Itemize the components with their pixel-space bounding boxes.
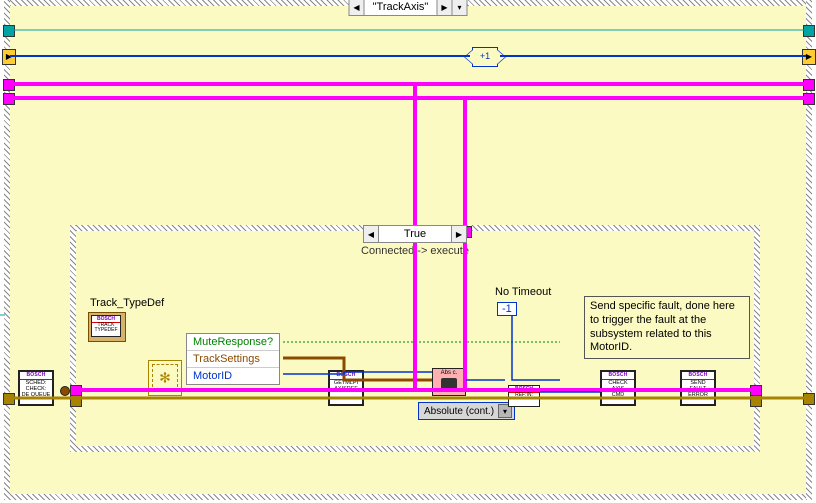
inner-tunnel-error-left	[70, 395, 82, 407]
absolute-move-short-label: Abs c.	[441, 370, 458, 376]
inner-tunnel-error-right	[750, 395, 762, 407]
tunnel-pink-out-2	[803, 93, 815, 105]
move-type-ring[interactable]: Absolute (cont.) ▾	[418, 402, 515, 420]
tunnel-error-out	[803, 393, 815, 405]
tunnel-error-in	[3, 393, 15, 405]
track-typedef-label: Track_TypeDef	[90, 297, 164, 309]
outer-case-border	[4, 494, 812, 500]
shiftreg-left: ▶	[2, 49, 16, 65]
inner-case-label: True	[379, 227, 451, 241]
comment-text: Send specific fault, done here to trigge…	[590, 300, 735, 353]
track-typedef-constant[interactable]: BOSCH TRACK TYPEDEF	[88, 312, 126, 342]
tunnel-pink-in-2	[3, 93, 15, 105]
case-prev-icon[interactable]: ◀	[364, 226, 379, 242]
inner-case-selector[interactable]: ◀ True ▶	[363, 225, 467, 243]
outer-case-label: "TrackAxis"	[365, 0, 437, 14]
subvi-dequeue[interactable]: BOSCH SCHED: CHECK: DE QUEUE	[18, 370, 54, 406]
case-next-icon[interactable]: ▶	[451, 226, 466, 242]
case-prev-icon[interactable]: ◀	[350, 0, 365, 15]
tunnel-ref-out	[803, 25, 815, 37]
unbundle-tracksettings[interactable]: TrackSettings	[187, 351, 279, 368]
subvi-sendfault-label: SEND FAULT ERROR	[687, 380, 709, 398]
unbundle-motorid[interactable]: MotorID	[187, 368, 279, 384]
subvi-send-fault[interactable]: BOSCH SEND FAULT ERROR	[680, 370, 716, 406]
inner-case-subtitle: Connected -> execute	[361, 245, 469, 257]
inner-case-border	[754, 225, 760, 452]
no-timeout-value: -1	[502, 303, 512, 315]
outer-case-selector[interactable]: ◀ "TrackAxis" ▶ ▾	[349, 0, 468, 16]
comment-send-fault: Send specific fault, done here to trigge…	[584, 296, 750, 359]
absolute-move-node[interactable]: Abs c.	[432, 368, 466, 396]
no-timeout-constant[interactable]: -1	[497, 302, 517, 316]
outer-case-border	[806, 0, 812, 500]
brand-label: BOSCH	[330, 373, 362, 380]
increment-node[interactable]: +1	[472, 47, 498, 67]
no-timeout-label: No Timeout	[495, 286, 551, 298]
subvi-dequeue-label: SCHED: CHECK: DE QUEUE	[21, 380, 52, 398]
tunnel-ref-in	[3, 25, 15, 37]
subvi-refine[interactable]: BOSCH REF:IN:	[508, 385, 540, 407]
merge-node	[60, 386, 70, 396]
subvi-check-axis-cmd[interactable]: BOSCH CHECK AXIS CMD	[600, 370, 636, 406]
increment-label: +1	[480, 51, 490, 61]
move-type-ring-label: Absolute (cont.)	[424, 406, 494, 417]
unbundle-labels: MuteResponse? TrackSettings MotorID	[186, 333, 280, 385]
shiftreg-right: ▶	[802, 49, 816, 65]
brand-label: BOSCH	[20, 373, 52, 380]
case-next-icon[interactable]: ▶	[437, 0, 452, 15]
inner-case-border	[70, 446, 760, 452]
motor-icon	[441, 378, 457, 390]
brand-label: BOSCH	[682, 373, 714, 380]
subvi-refine-label: REF:IN:	[509, 393, 539, 398]
tunnel-pink-in-1	[3, 79, 15, 91]
subvi-getmlpi-label: GETMLPI AXISREF	[333, 380, 359, 393]
subvi-getmlpi-axisref[interactable]: BOSCH GETMLPI AXISREF	[328, 370, 364, 406]
tunnel-pink-out-1	[803, 79, 815, 91]
unbundle-icon: ✻	[159, 370, 171, 387]
brand-label: BOSCH	[602, 373, 634, 380]
unbundle-muteresponse[interactable]: MuteResponse?	[187, 334, 279, 351]
subvi-checkaxis-label: CHECK AXIS CMD	[607, 380, 628, 398]
unbundle-by-name-node[interactable]: ✻	[148, 360, 182, 396]
typedef-mini-label: TRACK TYPEDEF	[92, 323, 120, 333]
case-menu-icon[interactable]: ▾	[452, 0, 467, 15]
